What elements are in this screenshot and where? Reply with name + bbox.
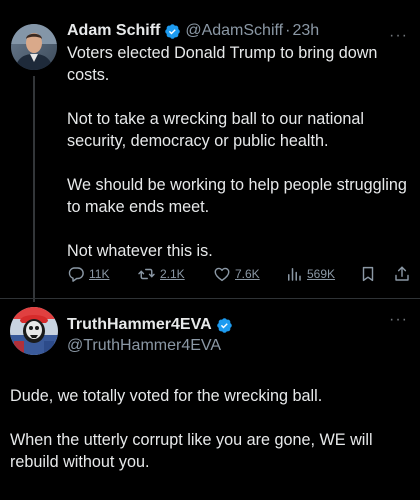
reply-count: 11K <box>89 267 110 281</box>
tweet-text: Voters elected Donald Trump to bring dow… <box>67 42 412 262</box>
share-button[interactable] <box>393 265 411 283</box>
verified-icon <box>165 23 181 39</box>
repost-button[interactable]: 2.1K <box>137 265 185 283</box>
avatar-adam-schiff[interactable] <box>11 24 57 70</box>
author-handle[interactable]: @AdamSchiff <box>185 20 283 42</box>
more-icon[interactable]: ··· <box>389 28 408 44</box>
reply-tweet-text: Dude, we totally voted for the wrecking … <box>10 385 410 473</box>
tweet-paragraph: Not whatever this is. <box>67 242 213 260</box>
tweet-main[interactable]: Adam Schiff @AdamSchiff · 23h Voters ele… <box>67 20 412 262</box>
bookmark-button[interactable] <box>359 265 377 283</box>
tweet-timestamp[interactable]: 23h <box>292 20 319 42</box>
tweet-header: Adam Schiff @AdamSchiff · 23h <box>67 20 412 42</box>
author-name[interactable]: Adam Schiff <box>67 20 160 42</box>
repost-count: 2.1K <box>160 267 185 281</box>
bookmark-icon <box>362 266 374 282</box>
tweet-paragraph: We should be working to help people stru… <box>67 176 407 216</box>
views-count: 569K <box>307 267 336 281</box>
tweet-paragraph: When the utterly corrupt like you are go… <box>10 431 373 471</box>
reply-author-name[interactable]: TruthHammer4EVA <box>67 314 212 336</box>
reply-name-row: TruthHammer4EVA <box>67 314 233 336</box>
separator-dot: · <box>285 22 291 39</box>
like-count: 7.6K <box>235 267 260 281</box>
views-icon <box>288 268 301 281</box>
tweet-paragraph: Voters elected Donald Trump to bring dow… <box>67 44 378 84</box>
views-button[interactable]: 569K <box>285 265 335 283</box>
reply-button[interactable]: 11K <box>67 265 109 283</box>
more-icon[interactable]: ··· <box>389 312 408 328</box>
tweet-paragraph: Dude, we totally voted for the wrecking … <box>10 387 323 405</box>
like-icon <box>214 267 230 282</box>
reply-author-handle[interactable]: @TruthHammer4EVA <box>67 336 233 356</box>
tweet-divider <box>0 298 420 299</box>
share-icon <box>395 266 409 281</box>
avatar-truthhammer4eva[interactable] <box>10 307 58 355</box>
tweet-paragraph: Not to take a wrecking ball to our natio… <box>67 110 364 150</box>
thread-connector-line <box>33 76 35 302</box>
reply-author-block: TruthHammer4EVA @TruthHammer4EVA <box>67 314 233 356</box>
verified-icon <box>216 317 232 333</box>
like-button[interactable]: 7.6K <box>213 265 260 283</box>
repost-icon <box>138 268 155 280</box>
reply-icon <box>68 267 84 282</box>
tweet-action-bar: 11K 2.1K 7.6K 569K <box>67 264 412 284</box>
